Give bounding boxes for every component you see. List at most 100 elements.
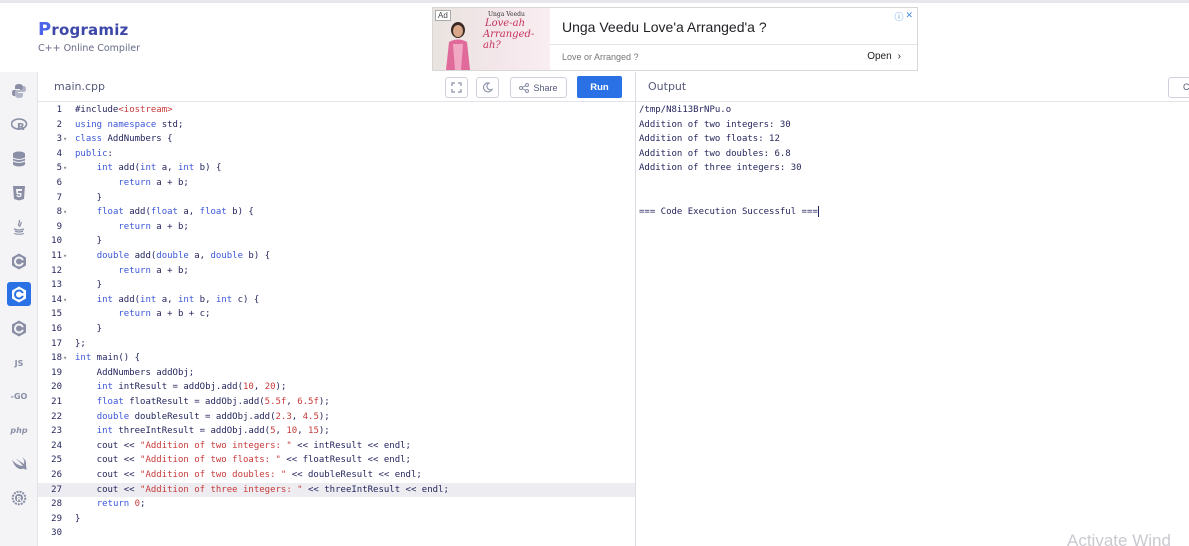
line-number: 20 <box>51 382 62 393</box>
code-line[interactable]: 5 ▾ int add(int a, int b) { <box>38 161 635 176</box>
fold-arrow-icon[interactable]: ▾ <box>63 249 67 264</box>
code-line[interactable]: 3 ▾ class AddNumbers { <box>38 132 635 147</box>
code-text: cout << "Addition of two integers: " << … <box>75 440 411 451</box>
line-number: 6 <box>56 178 62 188</box>
output-console[interactable]: /tmp/N8i13BrNPu.o Addition of two integer… <box>639 103 1187 546</box>
code-line[interactable]: 16 } <box>38 322 635 337</box>
ad-image-text-line2: Arranged-ah? <box>483 29 535 51</box>
ad-info-controls[interactable]: ⓘ ✕ <box>894 10 913 23</box>
logo-initial: P <box>38 19 52 40</box>
ad-person-illustration <box>446 22 470 70</box>
ad-image-caption: Unga Veedu <box>488 11 525 18</box>
sidebar-item-csharp[interactable] <box>7 316 31 340</box>
sidebar-item-java[interactable] <box>7 215 31 239</box>
svg-text:R: R <box>17 122 25 132</box>
code-line[interactable]: 29} <box>38 512 635 527</box>
ad-image-text-line1: Love-ah <box>485 18 526 29</box>
code-line[interactable]: 20 int intResult = addObj.add(10, 20); <box>38 380 635 395</box>
sidebar-item-c[interactable] <box>7 249 31 273</box>
code-line[interactable]: 26 cout << "Addition of two doubles: " <… <box>38 468 635 483</box>
line-number: 12 <box>51 265 62 276</box>
fold-arrow-icon[interactable]: ▾ <box>63 161 67 176</box>
language-sidebar: R JS -GO php R <box>0 72 38 546</box>
code-line[interactable]: 10 } <box>38 234 635 249</box>
code-line[interactable]: 28 return 0; <box>38 497 635 512</box>
programiz-logo[interactable]: Programiz C++ Online Compiler <box>38 19 140 54</box>
code-text: using namespace std; <box>75 119 184 130</box>
svg-text:R: R <box>16 495 22 503</box>
line-number: 1 <box>56 105 62 115</box>
code-line[interactable]: 27 cout << "Addition of three integers: … <box>38 482 635 498</box>
code-line[interactable]: 19 AddNumbers addObj; <box>38 366 635 381</box>
fold-arrow-icon[interactable]: ▾ <box>63 351 67 366</box>
line-number: 26 <box>51 470 62 480</box>
code-text: } <box>75 280 103 291</box>
line-number: 7 <box>56 192 62 203</box>
code-line[interactable]: 4 public: <box>38 147 635 162</box>
code-line[interactable]: 22 double doubleResult = addObj.add(2.3,… <box>38 410 635 425</box>
clear-button[interactable]: C <box>1168 77 1189 98</box>
sidebar-item-cpp[interactable] <box>7 282 31 306</box>
line-number: 3 <box>56 134 62 145</box>
code-line[interactable]: 23 int threeIntResult = addObj.add(5, 10… <box>38 424 635 439</box>
moon-icon <box>482 82 493 93</box>
sidebar-item-r[interactable]: R <box>7 113 31 137</box>
code-text: int intResult = addObj.add(10, 20); <box>96 382 287 393</box>
sidebar-item-swift[interactable] <box>7 452 31 476</box>
editor-toolbar: main.cpp Share Run <box>38 72 635 102</box>
sidebar-item-php[interactable]: php <box>7 418 31 442</box>
code-line[interactable]: 7 } <box>38 191 635 206</box>
sidebar-item-go[interactable]: -GO <box>7 384 31 408</box>
code-line[interactable]: 12 return a + b; <box>38 264 635 279</box>
sidebar-item-sql[interactable] <box>7 147 31 171</box>
code-line[interactable]: 24 cout << "Addition of two integers: " … <box>38 439 635 454</box>
info-icon[interactable]: ⓘ <box>894 10 903 23</box>
share-button[interactable]: Share <box>510 77 567 98</box>
code-line[interactable]: 9 return a + b; <box>38 220 635 235</box>
code-line[interactable]: 13 } <box>38 278 635 293</box>
code-line[interactable]: 2 using namespace std; <box>38 118 635 133</box>
ad-title[interactable]: Unga Veedu Love'a Arranged'a ? <box>562 19 767 35</box>
code-line[interactable]: 11 ▾ double add(double a, double b) { <box>38 249 635 264</box>
code-line[interactable]: 15 return a + b + c; <box>38 307 635 322</box>
ad-image[interactable]: Ad Unga Veedu Love-ah Arranged-ah? <box>433 8 550 70</box>
close-icon[interactable]: ✕ <box>905 10 913 23</box>
output-line: Addition of two integers: 30 <box>639 119 791 130</box>
ad-open-button[interactable]: Open › <box>867 51 901 62</box>
fullscreen-icon <box>451 82 462 93</box>
fold-arrow-icon[interactable]: ▾ <box>63 132 67 147</box>
sidebar-item-html[interactable] <box>7 181 31 205</box>
ad-open-label: Open <box>867 51 892 62</box>
ad-subtitle: Love or Arranged ? <box>562 52 639 62</box>
sidebar-item-python[interactable] <box>7 79 31 103</box>
file-tab[interactable]: main.cpp <box>54 80 105 93</box>
code-line[interactable]: 6 return a + b; <box>38 176 635 191</box>
header: Programiz C++ Online Compiler Ad Unga Ve… <box>0 3 1189 71</box>
sidebar-item-javascript[interactable]: JS <box>7 351 31 375</box>
line-number: 28 <box>51 499 62 510</box>
fullscreen-button[interactable] <box>445 77 468 98</box>
code-editor[interactable]: 1 #include<iostream> 2 using namespace std;… <box>38 103 635 546</box>
logo-subtitle: C++ Online Compiler <box>38 43 140 54</box>
code-text: class AddNumbers { <box>75 134 173 145</box>
code-text: #include<iostream> <box>75 105 173 115</box>
advertisement[interactable]: Ad Unga Veedu Love-ah Arranged-ah? Unga … <box>432 7 918 71</box>
code-line[interactable]: 17}; <box>38 337 635 352</box>
sidebar-item-rust[interactable]: R <box>7 486 31 510</box>
code-line[interactable]: 21 float floatResult = addObj.add(5.5f, … <box>38 395 635 410</box>
fold-arrow-icon[interactable]: ▾ <box>63 205 67 220</box>
output-line: Addition of three integers: 30 <box>639 163 802 174</box>
run-button[interactable]: Run <box>577 76 622 98</box>
code-line[interactable]: 14 ▾ int add(int a, int b, int c) { <box>38 293 635 308</box>
fold-arrow-icon[interactable]: ▾ <box>63 293 67 308</box>
line-number: 19 <box>51 367 62 378</box>
panel-splitter[interactable] <box>635 72 636 546</box>
code-line[interactable]: 25 cout << "Addition of two floats: " <<… <box>38 453 635 468</box>
go-label: -GO <box>10 391 28 401</box>
code-text: cout << "Addition of three integers: " <… <box>75 484 449 495</box>
code-line[interactable]: 1 #include<iostream> <box>38 103 635 118</box>
code-line[interactable]: 8 ▾ float add(float a, float b) { <box>38 205 635 220</box>
theme-toggle-button[interactable] <box>476 77 499 98</box>
code-line[interactable]: 30 <box>38 526 635 541</box>
code-line[interactable]: 18 ▾ int main() { <box>38 351 635 366</box>
